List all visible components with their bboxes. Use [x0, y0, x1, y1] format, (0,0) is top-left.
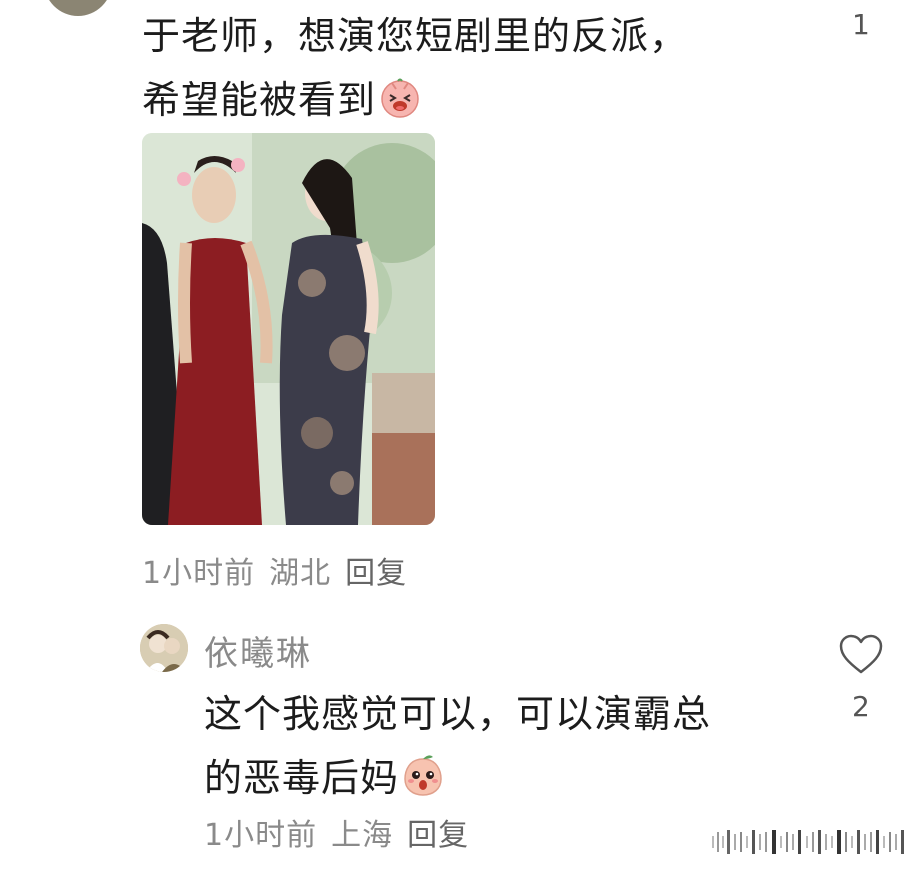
like-count[interactable]: 1	[852, 8, 870, 41]
comment-line-2-text: 希望能被看到	[142, 78, 377, 122]
reply-line-2-text: 的恶毒后妈	[204, 756, 400, 800]
reply-username[interactable]: 依曦琳	[204, 626, 312, 675]
avatar-image	[140, 624, 188, 672]
reply-avatar[interactable]	[140, 624, 188, 672]
watermark-barcode-icon	[712, 830, 904, 854]
reply-button[interactable]: 回复	[407, 818, 469, 853]
reply-line-2: 的恶毒后妈	[204, 746, 804, 810]
commenter-avatar[interactable]	[44, 0, 112, 16]
comment-body: 于老师，想演您短剧里的反派， 希望能被看到	[142, 4, 782, 132]
comment-meta: 1小时前 湖北 回复	[142, 548, 421, 592]
photo-illustration	[142, 133, 435, 525]
comment-line-2: 希望能被看到	[142, 68, 782, 132]
laughing-pig-emoji-icon	[381, 78, 419, 118]
reply-meta: 1小时前 上海 回复	[204, 810, 483, 854]
comment-time: 1小时前	[142, 556, 256, 591]
comment-location: 湖北	[269, 556, 332, 591]
heart-outline-icon[interactable]	[838, 634, 884, 676]
comment-line-1: 于老师，想演您短剧里的反派，	[142, 14, 689, 58]
like-count: 2	[852, 690, 870, 723]
reply-time: 1小时前	[204, 818, 318, 853]
reply-line-1: 这个我感觉可以，可以演霸总	[204, 692, 712, 736]
reply-button[interactable]: 回复	[345, 556, 407, 591]
surprised-peach-emoji-icon	[404, 755, 442, 796]
reply-location: 上海	[331, 818, 394, 853]
comment-thread: 于老师，想演您短剧里的反派， 希望能被看到 1 1小时前 湖北 回复 依曦琳 2…	[0, 0, 922, 872]
reply-body: 这个我感觉可以，可以演霸总 的恶毒后妈	[204, 682, 804, 810]
comment-image[interactable]	[142, 133, 435, 525]
